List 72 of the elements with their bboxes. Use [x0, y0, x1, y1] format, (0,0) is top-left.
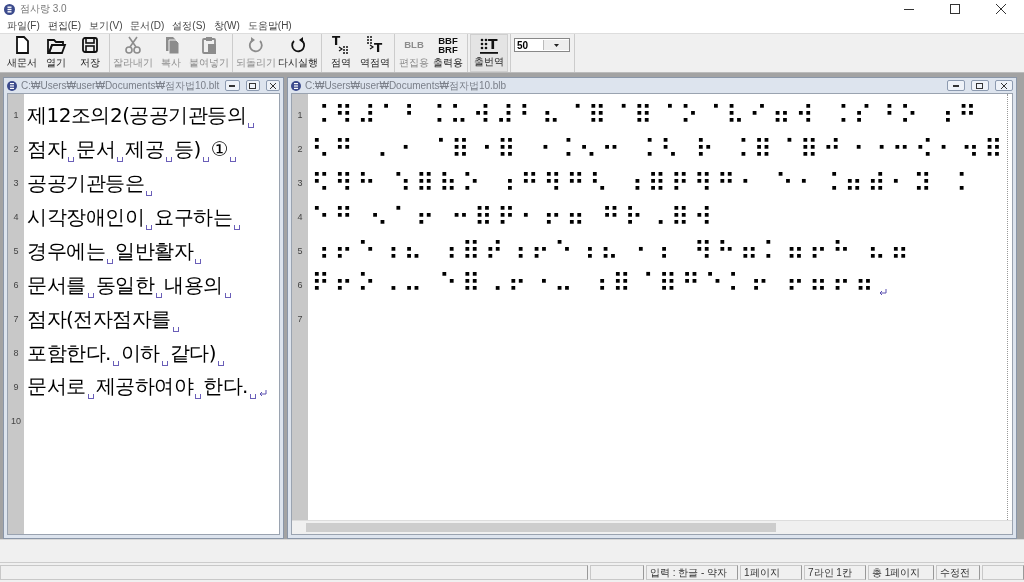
status-text: 7라인 1칸 [808, 565, 852, 580]
document-icon [291, 80, 301, 91]
restore-icon[interactable] [245, 80, 260, 91]
menu-item[interactable]: 도움말(H) [243, 18, 296, 33]
line-number: 7 [297, 314, 303, 324]
text-line: 점자 문서 제공 등) ① [27, 135, 239, 163]
toolbar-button[interactable]: 다시실행 [277, 34, 319, 72]
line-number: 1 [13, 110, 19, 120]
toolbar-button[interactable]: 열기 [39, 34, 73, 72]
menu-item[interactable]: 보기(V) [85, 18, 127, 33]
status-text: 입력 : 한글 - 약자 [650, 565, 728, 580]
text-line: 경우에는 일반활자 [27, 237, 203, 265]
status-text: 수정전 [940, 565, 970, 580]
toolbar-button[interactable]: T 출번역 [470, 34, 508, 72]
scrollbar-thumb[interactable] [306, 523, 776, 532]
document-path: C:₩Users₩user₩Documents₩점자법10.blt [21, 78, 220, 93]
line-number: 3 [13, 178, 19, 188]
line-number: 7 [13, 314, 19, 324]
status-text: 1페이지 [744, 565, 780, 580]
stacked-text-icon: BBF BRF [437, 34, 459, 56]
window-title: 점사랑 3.0 [20, 2, 68, 16]
braille-line: ⠑⠛ ⠢⠁⠖ ⠒⠿⠟⠂⠖⠶ ⠛⠗⠠⠿⠺ [311, 202, 717, 232]
toolbar-button[interactable]: 저장 [73, 34, 107, 72]
line-number: 10 [11, 416, 21, 426]
line-number: 2 [13, 144, 19, 154]
text-line: 문서로 제공하여야 한다. [27, 372, 267, 402]
menu-item[interactable]: 파일(F) [3, 18, 44, 33]
toolbar-button[interactable]: T 점역 [324, 34, 358, 72]
braille-line: ⠰⠖⠑⠰⠦ ⠰⠿⠞⠰⠖⠑⠰⠦ ⠂⠆ ⠻⠓⠶⠅⠶⠖⠓ ⠦⠶ [311, 236, 914, 266]
minimize-icon[interactable] [946, 80, 965, 91]
text-line: 공공기관등은 [27, 169, 154, 197]
braille-line: ⠟⠖⠕⠠⠤ ⠑⠿⠠⠖⠐⠤ ⠰⠿⠈⠿⠛⠑⠅⠖ ⠖⠶⠖⠶ [311, 268, 887, 302]
stacked-text-icon: BLB [403, 34, 425, 56]
line-number: 2 [297, 144, 303, 154]
text-line: 포함한다. 이하 같다) [27, 339, 227, 367]
app-icon [4, 3, 15, 15]
line-number: 9 [13, 382, 19, 392]
text-line: 문서를 동일한 내용의 [27, 271, 233, 299]
line-number: 1 [297, 110, 303, 120]
save-icon [79, 34, 101, 56]
text-line: 시각장애인이 요구하는 [27, 203, 242, 231]
menu-item[interactable]: 설정(S) [168, 18, 210, 33]
line-number: 5 [13, 246, 19, 256]
braille-line: ⠫⠻⠓ ⠱⠿⠷⠕ ⠰⠛⠻⠛⠣ ⠰⠿⠟⠻⠛⠂ ⠑⠂⠨⠶⠾⠂⠽ ⠨ [311, 168, 972, 198]
close-icon[interactable] [996, 4, 1006, 14]
maximize-icon[interactable] [950, 4, 960, 14]
menu-item[interactable]: 창(W) [209, 18, 244, 33]
document-path: C:₩Users₩user₩Documents₩점자법10.blb [305, 78, 508, 93]
line-number: 3 [297, 178, 303, 188]
minimize-icon[interactable] [225, 80, 240, 91]
line-number: 4 [297, 212, 303, 222]
braille-line: ⠣⠛ ⠠⠐ ⠈⠿⠐⠿ ⠐⠨⠢⠒ ⠨⠣ ⠗ ⠨⠿⠈⠿⠚⠐⠐⠒⠪⠂⠲⠿ [311, 134, 1007, 164]
line-number: 4 [13, 212, 19, 222]
braille-line: ⠨⠻⠼⠁⠃⠨⠥⠺⠼⠃⠦⠈⠿⠈⠿⠈⠕⠈⠧⠊⠶⠺ ⠨⠎⠘⠕ ⠰⠛ [311, 100, 981, 130]
cut-icon [122, 34, 144, 56]
text-line: 제12조의2(공공기관등의 [27, 101, 257, 129]
close-icon[interactable] [994, 80, 1013, 91]
zoom-dropdown[interactable]: 50 [514, 38, 570, 52]
line-number: 8 [13, 348, 19, 358]
status-text: 총 1페이지 [872, 565, 921, 580]
toolbar-button[interactable]: T 역점역 [358, 34, 392, 72]
text-line: 점자(전자점자를 [27, 305, 181, 333]
restore-icon[interactable] [970, 80, 989, 91]
toolbar-button[interactable]: 새문서 [5, 34, 39, 72]
document-icon [7, 80, 17, 91]
close-icon[interactable] [265, 80, 280, 91]
menu-item[interactable]: 문서(D) [126, 18, 169, 33]
line-number: 6 [13, 280, 19, 290]
toolbar-button[interactable]: BBF BRF 출력용 [431, 34, 465, 72]
menu-item[interactable]: 편집(E) [43, 18, 86, 33]
line-number: 5 [297, 246, 303, 256]
line-number: 6 [297, 280, 303, 290]
